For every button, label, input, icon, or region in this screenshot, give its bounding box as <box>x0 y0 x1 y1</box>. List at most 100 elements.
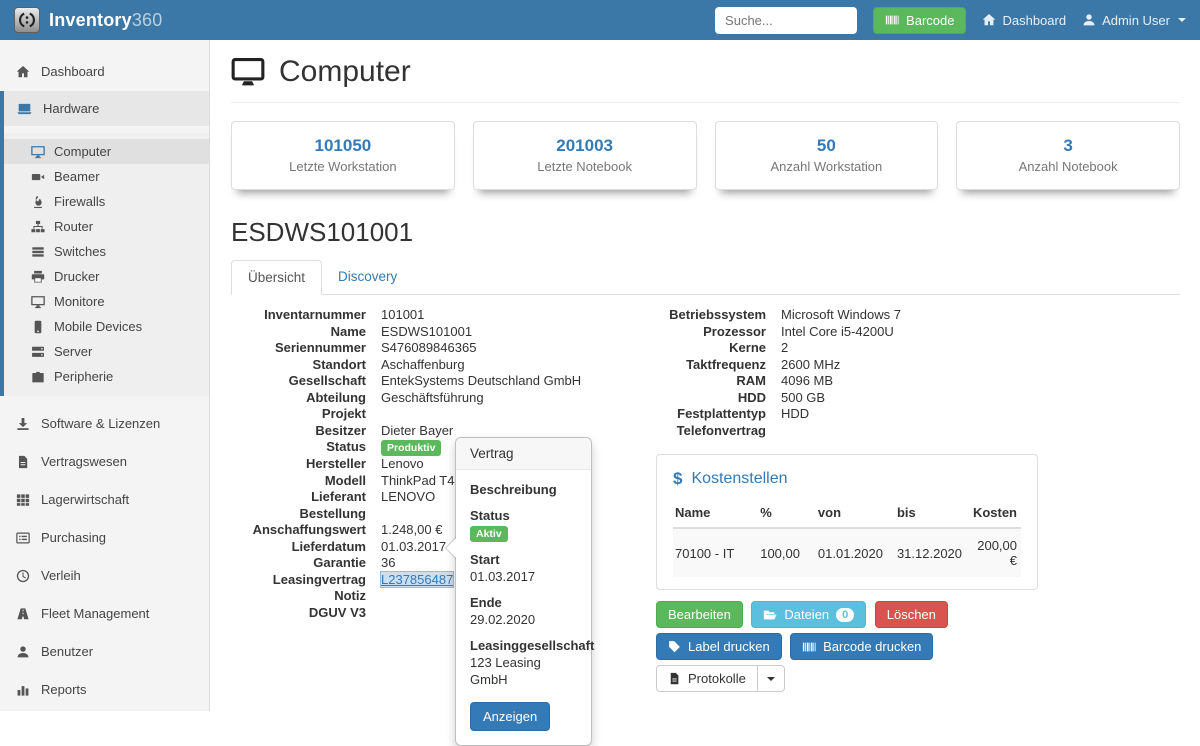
monitor-icon <box>231 57 265 88</box>
sidebar-item-purchasing[interactable]: Purchasing <box>0 520 209 555</box>
sidebar-subitem-computer[interactable]: Computer <box>4 139 209 164</box>
sidebar-subitem-label: Peripherie <box>54 369 113 384</box>
field-value: 101001 <box>366 307 631 324</box>
popover-field-value: 123 Leasing GmbH <box>470 654 577 688</box>
sidebar-subitem-monitore[interactable]: Monitore <box>4 289 209 314</box>
sidebar-subitem-switches[interactable]: Switches <box>4 239 209 264</box>
user-menu[interactable]: Admin User <box>1082 13 1186 28</box>
home-icon <box>982 13 996 27</box>
field-label: DGUV V3 <box>231 605 366 622</box>
field-label: Kerne <box>656 340 766 357</box>
sidebar-item-label: Verleih <box>41 568 81 583</box>
barcode-print-label: Barcode drucken <box>823 639 921 654</box>
field-label: Name <box>231 324 366 341</box>
sidebar-subitem-router[interactable]: Router <box>4 214 209 239</box>
sidebar-item-verleih[interactable]: Verleih <box>0 558 209 593</box>
file-icon <box>668 672 681 685</box>
sidebar-item-reports[interactable]: Reports <box>0 672 209 707</box>
page-header: Computer <box>231 40 1180 103</box>
tab-uebersicht[interactable]: Übersicht <box>231 260 322 295</box>
details-right-column: BetriebssystemMicrosoft Windows 7 Prozes… <box>656 307 1038 692</box>
delete-button-label: Löschen <box>887 607 936 622</box>
sidebar-item-software-lizenzen[interactable]: Software & Lizenzen <box>0 406 209 441</box>
stat-card-letzte-notebook[interactable]: 201003 Letzte Notebook <box>473 121 697 190</box>
kostenstellen-table: Name % von bis Kosten 70100 - IT 100,00 … <box>673 500 1021 577</box>
sidebar-item-vertragswesen[interactable]: Vertragswesen <box>0 444 209 479</box>
sidebar-item-label: Lagerwirtschaft <box>41 492 129 507</box>
show-contract-button[interactable]: Anzeigen <box>470 702 550 731</box>
label-print-button[interactable]: Label drucken <box>656 633 782 660</box>
history-section: Historie Timeline <box>231 702 1180 711</box>
file-icon <box>16 455 30 469</box>
sidebar-item-label: Software & Lizenzen <box>41 416 160 431</box>
barcode-print-button[interactable]: Barcode drucken <box>790 633 933 660</box>
kostenstellen-title-label: Kostenstellen <box>691 470 787 488</box>
popover-field-label: Status <box>470 507 577 524</box>
sidebar: Dashboard Hardware Computer Beamer Firew… <box>0 40 210 711</box>
sidebar-item-benutzer[interactable]: Benutzer <box>0 634 209 669</box>
field-label: Lieferdatum <box>231 539 366 556</box>
nav-dashboard-link[interactable]: Dashboard <box>982 13 1066 28</box>
field-label: Garantie <box>231 555 366 572</box>
sidebar-subitem-server[interactable]: Server <box>4 339 209 364</box>
stat-card-anzahl-workstation[interactable]: 50 Anzahl Workstation <box>715 121 939 190</box>
brand-suffix: 360 <box>132 10 163 30</box>
field-label: Leasingvertrag <box>231 572 366 589</box>
leasing-contract-link[interactable]: L237856487 <box>381 572 453 587</box>
field-value: HDD <box>766 406 1038 423</box>
search-input[interactable] <box>715 7 857 34</box>
stats-row: 101050 Letzte Workstation 201003 Letzte … <box>231 121 1180 190</box>
sidebar-item-lagerwirtschaft[interactable]: Lagerwirtschaft <box>0 482 209 517</box>
briefcase-icon <box>31 370 45 384</box>
edit-button[interactable]: Bearbeiten <box>656 601 743 628</box>
barcode-button[interactable]: Barcode <box>873 7 966 34</box>
sidebar-subitem-drucker[interactable]: Drucker <box>4 264 209 289</box>
field-label: Modell <box>231 473 366 490</box>
tab-discovery[interactable]: Discovery <box>322 260 413 294</box>
protocols-dropdown-toggle[interactable] <box>757 665 785 692</box>
sidebar-subitem-peripherie[interactable]: Peripherie <box>4 364 209 389</box>
delete-button[interactable]: Löschen <box>875 601 948 628</box>
field-label: Taktfrequenz <box>656 357 766 374</box>
fire-icon <box>31 195 45 209</box>
kostenstellen-title: $ Kostenstellen <box>673 469 1021 489</box>
column-header: bis <box>895 500 971 528</box>
sidebar-subitem-firewalls[interactable]: Firewalls <box>4 189 209 214</box>
sidebar-item-fleet-management[interactable]: Fleet Management <box>0 596 209 631</box>
column-header: von <box>816 500 895 528</box>
stat-value: 101050 <box>232 136 454 156</box>
stat-card-anzahl-notebook[interactable]: 3 Anzahl Notebook <box>956 121 1180 190</box>
app-brand[interactable]: Inventory360 <box>14 7 162 33</box>
sidebar-subitem-label: Router <box>54 219 93 234</box>
sidebar-subitem-mobile-devices[interactable]: Mobile Devices <box>4 314 209 339</box>
stat-label: Anzahl Notebook <box>957 159 1179 174</box>
sidebar-item-label: Benutzer <box>41 644 93 659</box>
caret-down-icon <box>767 677 775 685</box>
field-value: Aschaffenburg <box>366 357 631 374</box>
field-value: Microsoft Windows 7 <box>766 307 1038 324</box>
contract-status-badge: Aktiv <box>470 526 508 542</box>
sidebar-subitem-beamer[interactable]: Beamer <box>4 164 209 189</box>
action-buttons: Bearbeiten Dateien 0 Löschen Label druck… <box>656 601 1038 692</box>
files-button-label: Dateien <box>784 607 829 622</box>
sidebar-item-label: Dashboard <box>41 64 105 79</box>
files-button[interactable]: Dateien 0 <box>751 601 866 628</box>
popover-field-label: Leasinggesellschaft <box>470 637 577 654</box>
field-label: Anschaffungswert <box>231 522 366 539</box>
video-camera-icon <box>31 170 45 184</box>
sidebar-item-dashboard[interactable]: Dashboard <box>0 54 209 89</box>
sidebar-subitem-label: Beamer <box>54 169 100 184</box>
sidebar-item-hardware[interactable]: Hardware <box>4 91 209 126</box>
field-value <box>366 406 631 423</box>
field-label: Besitzer <box>231 423 366 440</box>
popover-field-label: Start <box>470 551 577 568</box>
stat-card-letzte-workstation[interactable]: 101050 Letzte Workstation <box>231 121 455 190</box>
field-label: Status <box>231 439 366 456</box>
sidebar-subitem-label: Monitore <box>54 294 105 309</box>
protocols-button[interactable]: Protokolle <box>656 665 758 692</box>
field-label: Notiz <box>231 588 366 605</box>
vertrag-popover: Vertrag Beschreibung Status Aktiv Start … <box>455 437 592 746</box>
bar-chart-icon <box>16 683 30 697</box>
field-value: Intel Core i5-4200U <box>766 324 1038 341</box>
top-navbar: Inventory360 Barcode Dashboard Admin Use… <box>0 0 1200 40</box>
